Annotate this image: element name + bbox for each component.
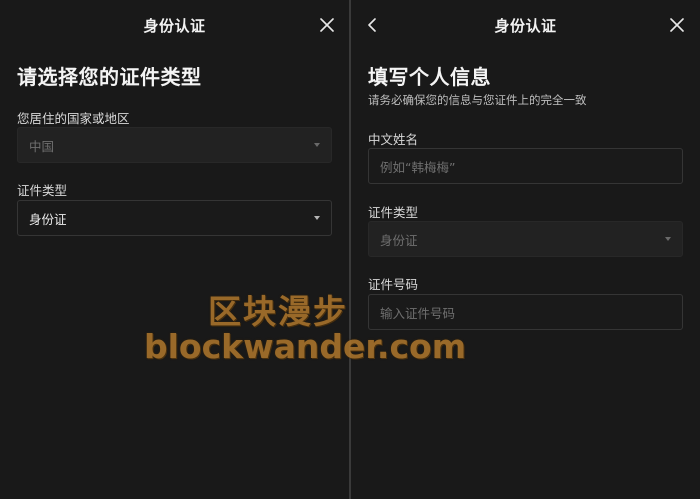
nav-title: 身份认证 <box>494 17 557 35</box>
page-heading: 填写个人信息 <box>368 65 491 89</box>
id-type-select[interactable]: 身份证 <box>368 221 683 257</box>
caret-down-icon <box>314 216 320 220</box>
chinese-name-input[interactable]: 例如“韩梅梅” <box>368 148 683 184</box>
nav-bar: 身份认证 <box>351 0 700 52</box>
country-value: 中国 <box>29 138 55 154</box>
id-type-value: 身份证 <box>380 232 418 248</box>
caret-down-icon <box>314 143 320 147</box>
personal-info-screen: 身份认证 填写个人信息 请务必确保您的信息与您证件上的完全一致 中文姓名 例如“… <box>351 0 700 499</box>
id-type-value: 身份证 <box>29 211 67 227</box>
page-heading: 请选择您的证件类型 <box>17 65 202 89</box>
close-icon <box>320 18 334 32</box>
caret-down-icon <box>665 237 671 241</box>
country-label: 您居住的国家或地区 <box>17 111 130 126</box>
chinese-name-label: 中文姓名 <box>368 132 419 147</box>
nav-title: 身份认证 <box>143 17 206 35</box>
nav-bar: 身份认证 <box>0 0 349 52</box>
close-button[interactable] <box>666 14 688 36</box>
id-type-label: 证件类型 <box>368 205 419 220</box>
chinese-name-placeholder: 例如“韩梅梅” <box>380 159 456 175</box>
id-number-label: 证件号码 <box>368 277 419 292</box>
id-type-select[interactable]: 身份证 <box>17 200 332 236</box>
close-icon <box>670 18 684 32</box>
id-number-input[interactable]: 输入证件号码 <box>368 294 683 330</box>
close-button[interactable] <box>316 14 338 36</box>
country-select[interactable]: 中国 <box>17 127 332 163</box>
select-id-type-screen: 身份认证 请选择您的证件类型 您居住的国家或地区 中国 证件类型 身份证 <box>0 0 349 499</box>
page-subtext: 请务必确保您的信息与您证件上的完全一致 <box>368 93 587 107</box>
id-number-placeholder: 输入证件号码 <box>380 305 456 321</box>
screenshot-stage: 身份认证 请选择您的证件类型 您居住的国家或地区 中国 证件类型 身份证 身份认… <box>0 0 700 499</box>
id-type-label: 证件类型 <box>17 183 68 198</box>
